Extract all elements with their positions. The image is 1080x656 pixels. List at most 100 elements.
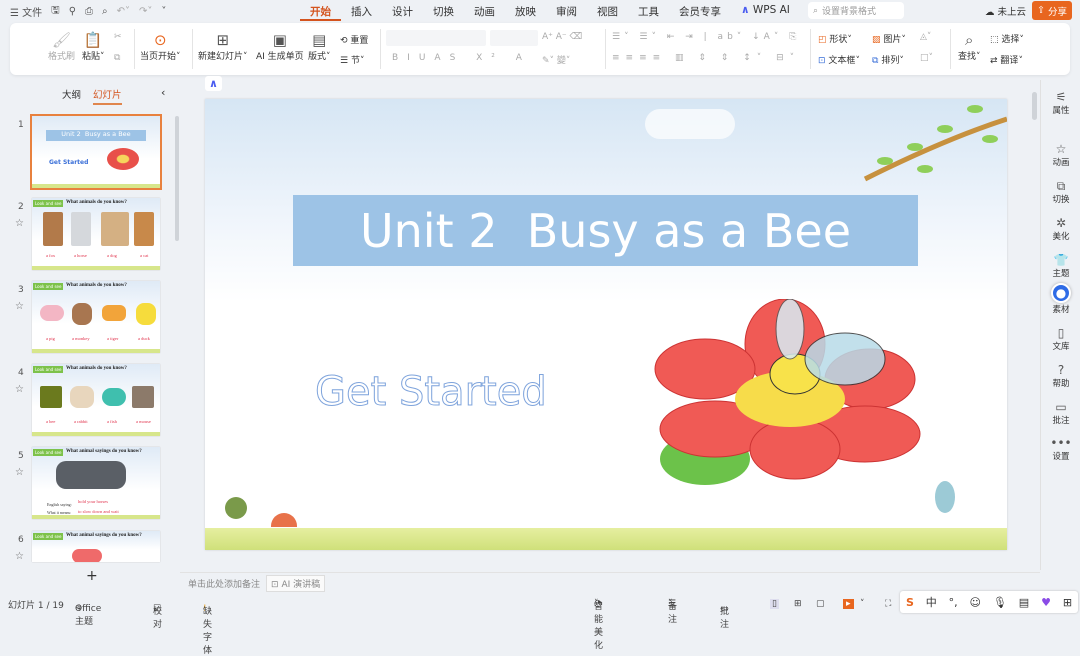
slide-thumbnail-5[interactable]: Look and see What animal sayings do you … [32, 447, 160, 519]
shape-button[interactable]: ◰ 形状˅ [818, 32, 852, 45]
slide-canvas[interactable]: Unit 2 Busy as a Bee Get Started [205, 99, 1007, 550]
tab-slides[interactable]: 幻灯片 [93, 87, 122, 105]
reading-view-icon[interactable]: ▢ [816, 599, 825, 609]
slide-thumbnail-6[interactable]: Look and see What animal sayings do you … [32, 531, 160, 562]
tab-animation[interactable]: 动画 [464, 4, 505, 21]
star-icon[interactable]: ☆ [15, 467, 24, 478]
tab-tools[interactable]: 工具 [628, 4, 669, 21]
select-button[interactable]: ⬚ 选择˅ [990, 32, 1024, 45]
star-icon[interactable]: ☆ [15, 301, 24, 312]
notes-toggle-button[interactable]: ☰ 备注 ˅ [668, 599, 677, 625]
add-slide-button[interactable]: + [86, 568, 98, 584]
arrange-button[interactable]: ⧉ 排列˅ [872, 53, 904, 66]
search-icon: ⌕ [813, 5, 819, 16]
new-slide-button[interactable]: ⊞ 新建幻灯片˅ [198, 31, 248, 62]
slide-thumbnail-3[interactable]: Look and see What animals do you know? a… [32, 281, 160, 353]
star-icon[interactable]: ☆ [15, 551, 24, 562]
slide-subtitle[interactable]: Get Started [315, 369, 548, 416]
notes-placeholder[interactable]: 单击此处添加备注 [188, 577, 260, 590]
sidebar-help[interactable]: ? 帮助 [1041, 363, 1080, 389]
sidebar-transition[interactable]: ⧉ 切换 [1041, 179, 1080, 205]
grid-menu-icon[interactable]: ⊞ [1063, 596, 1072, 609]
share-button[interactable]: ⇪ 分享 [1032, 1, 1072, 20]
tab-wps-ai[interactable]: ∧ WPS AI [731, 4, 800, 21]
tab-slideshow[interactable]: 放映 [505, 4, 546, 21]
slide-thumbnail-2[interactable]: Look and see What animals do you know? a… [32, 198, 160, 270]
sidebar-comments[interactable]: ▭ 批注 [1041, 400, 1080, 426]
sidebar-theme[interactable]: 👕 主题 [1041, 253, 1080, 279]
print-icon[interactable]: ⎙ [85, 6, 93, 17]
play-options-chevron-icon[interactable]: ˅ [860, 599, 865, 609]
smart-beautify-button[interactable]: ◔ 智能美化 ˅ [594, 599, 603, 651]
sogou-logo-icon[interactable]: S [906, 596, 914, 609]
reset-button[interactable]: ⟲ 重置 [340, 33, 368, 46]
sidebar-properties[interactable]: ⚟ 属性 [1041, 90, 1080, 116]
fit-window-icon[interactable]: ⛶ [885, 599, 891, 609]
highlight-buttons[interactable]: ✎˅ 變˅ [542, 53, 570, 66]
outline-button[interactable]: □˅ [920, 53, 933, 63]
slide-thumbnail-1[interactable]: Unit 2 Busy as a Bee Get Started [30, 114, 162, 190]
search-input[interactable]: ⌕ 设置背景格式 [808, 2, 904, 19]
tab-transition[interactable]: 切换 [423, 4, 464, 21]
more-chevron-icon[interactable]: ˅ [161, 6, 166, 17]
tab-design[interactable]: 设计 [382, 4, 423, 21]
sidebar-animation[interactable]: ☆ 动画 [1041, 142, 1080, 168]
ime-mode[interactable]: 中 [926, 594, 937, 610]
normal-view-icon[interactable]: ▯ [770, 599, 779, 609]
redo-icon[interactable]: ↷˅ [139, 6, 152, 17]
find-button[interactable]: ⌕ 查找˅ [958, 31, 981, 62]
grid-view-icon[interactable]: ⊞ [794, 599, 802, 609]
tab-review[interactable]: 审阅 [546, 4, 587, 21]
sidebar-settings[interactable]: ••• 设置 [1041, 436, 1080, 462]
play-slideshow-icon[interactable]: ▸ [843, 599, 854, 609]
copy-icon[interactable]: ⧉ [114, 53, 120, 63]
skin-icon[interactable]: ♥ [1041, 596, 1051, 609]
fill-button[interactable]: ◬˅ [920, 32, 931, 42]
sidebar-library[interactable]: ▯ 文库 [1041, 326, 1080, 352]
undo-icon[interactable]: ↶˅ [117, 6, 130, 17]
section-button[interactable]: ☰ 节˅ [340, 53, 364, 66]
paste-button[interactable]: 📋 粘贴˅ [82, 31, 105, 62]
keyboard-icon[interactable]: ▤ [1019, 596, 1029, 609]
text-style-buttons[interactable]: BIUAS X² A [392, 53, 531, 63]
font-size-select[interactable] [490, 30, 538, 46]
layout-button[interactable]: ▤ 版式˅ [308, 31, 331, 62]
right-sidebar: ⚟ 属性 ☆ 动画 ⧉ 切换 ✲ 美化 👕 主题 ● 素材 ▯ 文库 ? 帮助 ▭ 批注 ••• 设… [1040, 80, 1080, 570]
tab-view[interactable]: 视图 [587, 4, 628, 21]
file-menu[interactable]: ☰ 文件 [10, 4, 42, 19]
star-icon[interactable]: ☆ [15, 384, 24, 395]
canvas-scrollbar[interactable] [1032, 92, 1037, 120]
translate-button[interactable]: ⇄ 翻译˅ [990, 53, 1023, 66]
panel-scrollbar[interactable] [175, 116, 179, 241]
print-preview-icon[interactable]: ⌕ [102, 6, 108, 17]
picture-button[interactable]: ▨ 图片˅ [872, 32, 906, 45]
alignment-buttons[interactable]: ≡≡≡≡ ▥ ⇕ ⇕ ↕˅ ⊟˅ [612, 53, 800, 63]
slide-thumbnail-4[interactable]: Look and see What animals do you know? a… [32, 364, 160, 436]
play-from-current-button[interactable]: ⊙ 当页开始˅ [140, 31, 181, 62]
sidebar-beautify[interactable]: ✲ 美化 [1041, 216, 1080, 242]
tab-member[interactable]: 会员专享 [669, 4, 731, 21]
list-buttons[interactable]: ☰˅ ☰˅ ⇤ ⇥ | ab˅ ↓A˅ ⎘ [612, 32, 800, 42]
share-link-icon[interactable]: ⚲ [69, 6, 76, 17]
save-icon[interactable]: 🖫 [51, 3, 60, 20]
punctuation-icon[interactable]: °, [949, 596, 958, 609]
properties-icon: ⚟ [1055, 90, 1067, 104]
font-size-controls[interactable]: A⁺ A⁻ ⌫ [542, 32, 582, 42]
wps-ai-float-icon[interactable]: ∧ [205, 76, 222, 91]
cut-icon[interactable]: ✂ [114, 32, 122, 42]
sidebar-materials[interactable]: ● 素材 [1041, 283, 1080, 315]
star-icon[interactable]: ☆ [15, 218, 24, 229]
ai-single-page-button[interactable]: ▣ AI 生成单页 [256, 31, 304, 62]
tab-outline[interactable]: 大纲 [62, 87, 81, 105]
ai-script-button[interactable]: ⊡ AI 演讲稿 [266, 575, 326, 592]
emoji-icon[interactable]: ☺ [970, 596, 981, 609]
tab-home[interactable]: 开始 [300, 4, 341, 21]
format-painter-button[interactable]: 🖌 格式刷 [48, 31, 75, 62]
cloud-status-button[interactable]: ☁ 未上云 [985, 4, 1026, 18]
slide-title[interactable]: Unit 2 Busy as a Bee [293, 195, 918, 266]
collapse-panel-icon[interactable]: ‹ [161, 86, 165, 99]
microphone-icon[interactable]: 🎙 [993, 596, 1007, 609]
textbox-button[interactable]: ⊡ 文本框˅ [818, 53, 860, 66]
font-family-select[interactable] [386, 30, 486, 46]
tab-insert[interactable]: 插入 [341, 4, 382, 21]
